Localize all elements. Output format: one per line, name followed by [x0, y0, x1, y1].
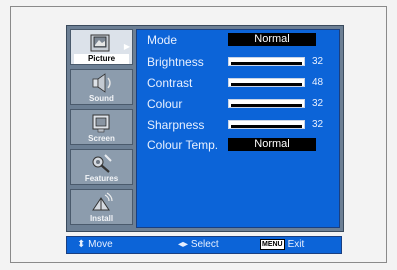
slider-track [231, 62, 302, 65]
colour-temp-value[interactable]: Normal [228, 138, 316, 151]
select-hint: ◂▸ Select [178, 237, 219, 253]
exit-label: Exit [287, 239, 305, 250]
slider-track [231, 125, 302, 128]
move-hint: ⬍ Move [77, 237, 113, 253]
brightness-value: 32 [312, 56, 324, 67]
sidebar-item-picture[interactable]: ▶ Picture [70, 29, 133, 65]
row-label: Contrast [147, 76, 193, 90]
sidebar-item-label: Picture [74, 54, 129, 64]
picture-icon [90, 34, 110, 52]
sound-icon [92, 73, 111, 93]
help-bar: ⬍ Move ◂▸ Select MENU Exit [66, 236, 342, 254]
sidebar-item-sound[interactable]: Sound [70, 69, 133, 105]
contrast-slider[interactable] [228, 78, 305, 87]
menu-row-sharpness[interactable]: Sharpness 32 [147, 117, 337, 133]
sidebar-item-install[interactable]: Install [70, 189, 133, 225]
select-label: Select [190, 239, 219, 250]
sharpness-value: 32 [312, 119, 324, 130]
osd-menu: ▶ Picture Sound Screen Features Install … [66, 25, 344, 232]
menu-row-mode[interactable]: Mode Normal [147, 32, 337, 48]
sidebar-item-label: Features [84, 174, 119, 183]
colour-value: 32 [312, 98, 324, 109]
brightness-slider[interactable] [228, 57, 305, 66]
mode-value[interactable]: Normal [228, 33, 316, 46]
slider-fill [231, 60, 256, 62]
sidebar-item-label: Screen [88, 134, 115, 143]
slider-track [231, 104, 302, 107]
install-icon [92, 192, 113, 211]
row-label: Mode [147, 33, 178, 47]
slider-fill [231, 102, 256, 104]
slider-fill [231, 123, 256, 125]
row-label: Sharpness [147, 118, 205, 132]
sidebar-item-label: Install [89, 214, 114, 223]
features-icon [92, 154, 112, 173]
exit-hint: MENU Exit [260, 237, 304, 253]
slider-track [231, 83, 302, 86]
menu-row-contrast[interactable]: Contrast 48 [147, 75, 337, 91]
colour-slider[interactable] [228, 99, 305, 108]
picture-settings-panel: Mode Normal Brightness 32 Contrast 48 Co… [136, 29, 340, 228]
menu-row-colour[interactable]: Colour 32 [147, 96, 337, 112]
sidebar-item-screen[interactable]: Screen [70, 109, 133, 145]
menu-key-icon: MENU [260, 238, 285, 250]
sharpness-slider[interactable] [228, 120, 305, 129]
row-label: Brightness [147, 55, 204, 69]
slider-fill [231, 81, 268, 83]
screen-icon [92, 114, 110, 133]
updown-arrow-icon: ⬍ [77, 239, 86, 250]
contrast-value: 48 [312, 77, 324, 88]
chevron-right-icon: ▶ [123, 42, 130, 51]
move-label: Move [88, 239, 113, 250]
menu-row-colour-temp[interactable]: Colour Temp. Normal [147, 137, 337, 153]
row-label: Colour [147, 97, 183, 111]
menu-row-brightness[interactable]: Brightness 32 [147, 54, 337, 70]
leftright-arrow-icon: ◂▸ [178, 239, 189, 250]
row-label: Colour Temp. [147, 138, 219, 152]
sidebar-item-label: Sound [89, 94, 114, 103]
sidebar-item-features[interactable]: Features [70, 149, 133, 185]
category-sidebar: ▶ Picture Sound Screen Features Install [70, 29, 133, 228]
